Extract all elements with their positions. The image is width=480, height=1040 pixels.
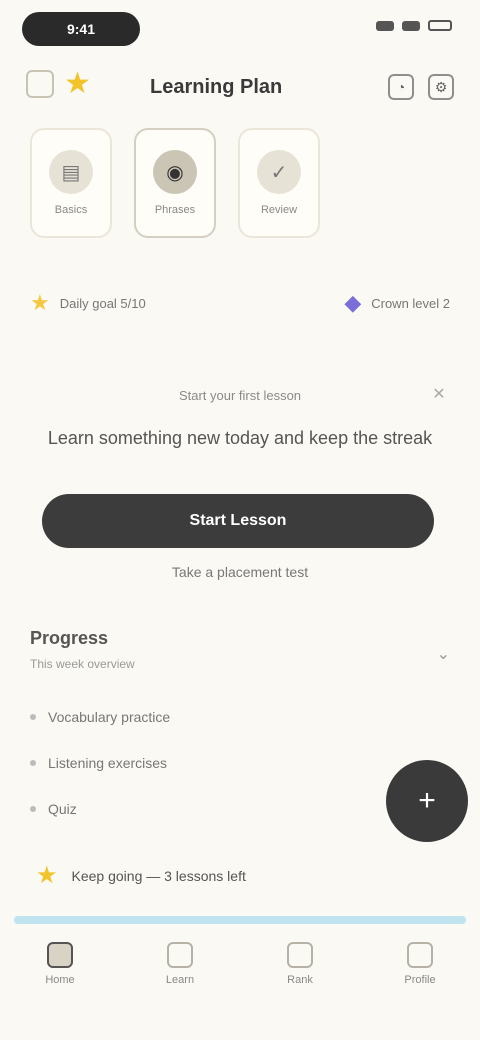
- trophy-icon: [287, 942, 313, 968]
- lesson-card-label: Review: [260, 204, 298, 216]
- chat-icon: ◉: [153, 150, 197, 194]
- signal-icon: [376, 20, 394, 31]
- nav-item-rank[interactable]: Rank: [270, 942, 330, 986]
- battery-icon: [428, 20, 452, 31]
- book-icon: [167, 942, 193, 968]
- close-icon[interactable]: ✕: [428, 384, 450, 406]
- nav-label: Home: [45, 974, 75, 986]
- nav-label: Profile: [404, 974, 436, 986]
- accent-bar: [14, 916, 466, 924]
- star-icon: ★: [64, 67, 91, 100]
- bullet-icon: [30, 714, 36, 720]
- book-icon: ▤: [49, 150, 93, 194]
- nav-label: Rank: [287, 974, 313, 986]
- bottom-navigation: Home Learn Rank Profile: [0, 916, 480, 1040]
- start-lesson-button[interactable]: Start Lesson: [42, 494, 434, 548]
- stat-text: Crown level 2: [371, 295, 450, 311]
- streak-indicator[interactable]: ★: [26, 67, 91, 100]
- lesson-card[interactable]: ▤ Basics: [30, 128, 112, 238]
- nav-item-learn[interactable]: Learn: [150, 942, 210, 986]
- chevron-down-icon[interactable]: ⌄: [437, 644, 450, 664]
- stat-text: Daily goal 5/10: [59, 295, 146, 311]
- header: ★ Learning Plan ◔ ⚙: [0, 60, 480, 116]
- nav-item-profile[interactable]: Profile: [390, 942, 450, 986]
- bullet-icon: [30, 760, 36, 766]
- progress-list: Vocabulary practice Listening exercises …: [30, 694, 410, 832]
- bullet-icon: [30, 806, 36, 812]
- list-item[interactable]: Listening exercises: [30, 740, 410, 786]
- page-title: Learning Plan: [150, 76, 283, 98]
- home-icon: [47, 942, 73, 968]
- check-icon: ✓: [257, 150, 301, 194]
- stats-row: ★ Daily goal 5/10 ◆ Crown level 2: [30, 290, 450, 316]
- status-bar: 9:41: [0, 0, 480, 56]
- nav-item-home[interactable]: Home: [30, 942, 90, 986]
- prompt-subtitle: Start your first lesson: [178, 388, 302, 403]
- prompt-title: Learn something new today and keep the s…: [47, 428, 433, 448]
- calendar-icon: [26, 70, 54, 98]
- diamond-icon: ◆: [344, 290, 362, 315]
- section-subtitle: This week overview: [30, 657, 135, 671]
- section-title: Progress: [30, 628, 109, 648]
- plus-icon: +: [418, 784, 436, 817]
- nav-items: Home Learn Rank Profile: [0, 942, 480, 986]
- fab-button[interactable]: +: [386, 760, 468, 842]
- placement-test-link[interactable]: Take a placement test: [120, 564, 360, 580]
- header-actions: ◔ ⚙: [388, 74, 454, 100]
- highlight-row[interactable]: ★ Keep going — 3 lessons left: [36, 862, 246, 890]
- list-item-label: Vocabulary practice: [48, 709, 171, 725]
- lesson-prompt: Start your first lesson Learn something …: [40, 386, 446, 453]
- stat-crown-level[interactable]: ◆ Crown level 2: [344, 290, 450, 316]
- lesson-card-label: Phrases: [154, 204, 196, 216]
- status-icons: [376, 20, 452, 31]
- stat-daily-goal[interactable]: ★ Daily goal 5/10: [30, 290, 146, 316]
- star-icon: ★: [36, 862, 58, 889]
- lesson-cards: ▤ Basics ◉ Phrases ✓ Review: [30, 128, 320, 238]
- list-item[interactable]: Vocabulary practice: [30, 694, 410, 740]
- list-item[interactable]: Quiz: [30, 786, 410, 832]
- gear-icon[interactable]: ⚙: [428, 74, 454, 100]
- wifi-icon: [402, 20, 420, 31]
- nav-label: Learn: [165, 974, 195, 986]
- highlight-text: Keep going — 3 lessons left: [71, 868, 246, 884]
- user-icon: [407, 942, 433, 968]
- lesson-card-label: Basics: [54, 204, 88, 216]
- bell-icon[interactable]: ◔: [388, 74, 414, 100]
- star-icon: ★: [30, 290, 50, 315]
- lesson-card[interactable]: ✓ Review: [238, 128, 320, 238]
- lesson-card-active[interactable]: ◉ Phrases: [134, 128, 216, 238]
- list-item-label: Listening exercises: [48, 755, 168, 771]
- progress-section: Progress This week overview ⌄: [30, 628, 460, 671]
- list-item-label: Quiz: [48, 801, 77, 817]
- status-time: 9:41: [22, 12, 140, 46]
